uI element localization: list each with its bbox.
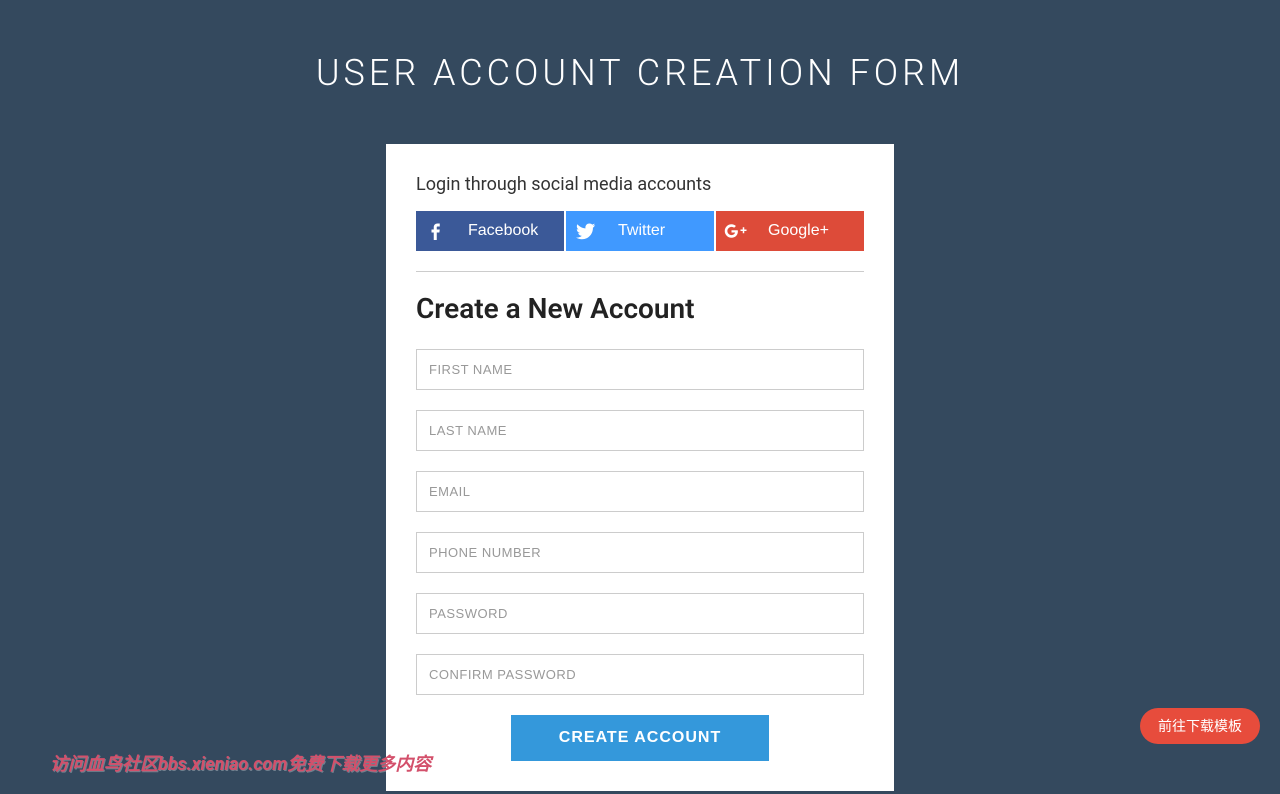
social-login-intro: Login through social media accounts	[416, 174, 864, 195]
section-divider	[416, 271, 864, 272]
form-heading: Create a New Account	[416, 292, 864, 325]
twitter-icon	[566, 211, 606, 251]
confirm-password-input[interactable]	[416, 654, 864, 695]
facebook-login-button[interactable]: Facebook	[416, 211, 564, 251]
watermark-text: 访问血鸟社区bbs.xieniao.com免费下载更多内容	[50, 750, 431, 776]
google-label: Google+	[756, 222, 864, 240]
password-input[interactable]	[416, 593, 864, 634]
twitter-label: Twitter	[606, 222, 714, 240]
first-name-input[interactable]	[416, 349, 864, 390]
phone-number-input[interactable]	[416, 532, 864, 573]
download-template-button[interactable]: 前往下载模板	[1140, 708, 1260, 744]
twitter-login-button[interactable]: Twitter	[566, 211, 714, 251]
page-title: USER ACCOUNT CREATION FORM	[0, 0, 1280, 144]
email-input[interactable]	[416, 471, 864, 512]
submit-wrapper: CREATE ACCOUNT	[416, 715, 864, 761]
last-name-input[interactable]	[416, 410, 864, 451]
google-plus-icon	[716, 211, 756, 251]
create-account-button[interactable]: CREATE ACCOUNT	[511, 715, 769, 761]
facebook-icon	[416, 211, 456, 251]
social-buttons-row: Facebook Twitter Google+	[416, 211, 864, 251]
facebook-label: Facebook	[456, 222, 564, 240]
form-card: Login through social media accounts Face…	[386, 144, 894, 791]
google-login-button[interactable]: Google+	[716, 211, 864, 251]
